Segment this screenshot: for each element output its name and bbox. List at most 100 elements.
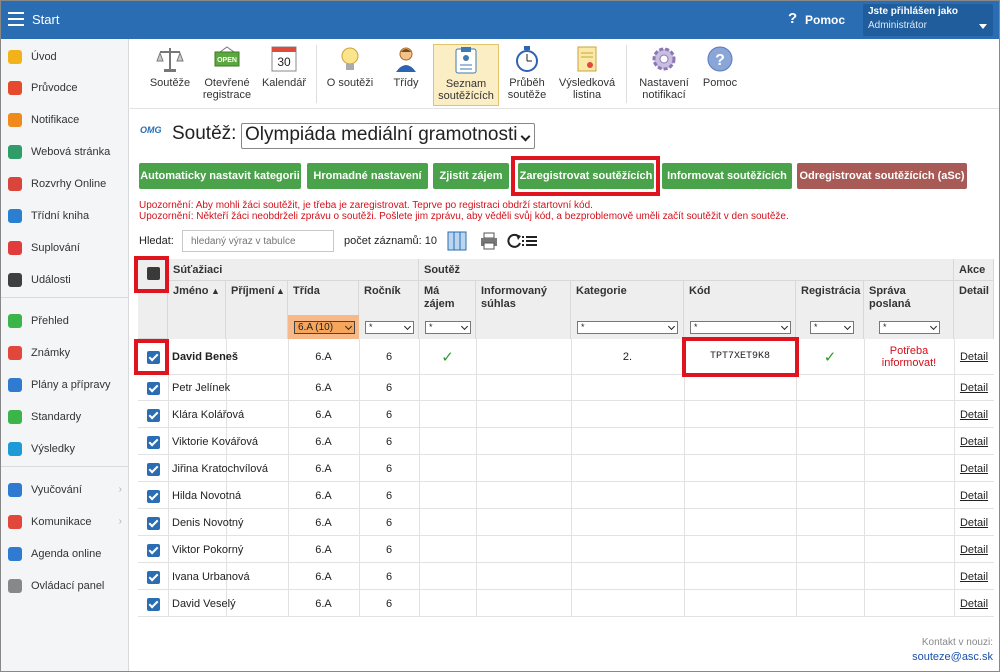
row-checkbox[interactable] [147, 409, 160, 422]
columns-icon[interactable] [447, 231, 467, 251]
toolbar-label: Otevřené [204, 77, 250, 89]
scales-icon [156, 48, 184, 72]
help-link[interactable]: Pomoc [805, 13, 845, 27]
sidebar-item-label: Webová stránka [31, 146, 111, 158]
sidebar-item[interactable]: Třídní kniha [1, 203, 128, 229]
interest-filter[interactable]: * [425, 321, 471, 334]
toolbar-progress[interactable]: Průběh soutěže [502, 44, 552, 106]
sidebar-item[interactable]: Ovládací panel [1, 573, 128, 599]
toolbar-about[interactable]: O soutěži [322, 44, 378, 106]
toolbar-contestants[interactable]: Seznam soutěžících [433, 44, 499, 106]
year-filter[interactable]: * [365, 321, 414, 334]
student-name: Hilda Novotná [172, 490, 242, 502]
sidebar-item[interactable]: Suplování [1, 235, 128, 261]
sidebar-item[interactable]: Plány a přípravy [1, 372, 128, 398]
bulk-setting-button[interactable]: Hromadné nastavení [307, 163, 428, 189]
toolbar-notification-settings[interactable]: Nastavení notifikací [632, 44, 696, 106]
detail-link[interactable]: Detail [954, 436, 994, 448]
chevron-right-icon: › [118, 484, 122, 495]
print-icon[interactable] [479, 231, 499, 251]
column-divider [684, 455, 685, 482]
toolbar-open-registrations[interactable]: OPEN Otevřené registrace [198, 44, 256, 106]
student-class: 6.A [315, 382, 332, 394]
column-divider [796, 563, 797, 590]
sidebar-item-label: Průvodce [31, 82, 78, 94]
user-menu[interactable]: Jste přihlášen jako Administrátor [863, 4, 993, 36]
detail-link[interactable]: Detail [954, 544, 994, 556]
sidebar-item[interactable]: Přehled [1, 308, 128, 334]
filter-value: * [429, 322, 433, 332]
check-circle-icon [8, 314, 22, 328]
toolbar-souteze[interactable]: Soutěže [142, 44, 198, 106]
toolbar-help[interactable]: ? Pomoc [698, 44, 742, 106]
class-filter[interactable]: 6.A (10) [294, 321, 355, 334]
toolbar-classes[interactable]: Třídy [382, 44, 430, 106]
start-link[interactable]: Start [32, 12, 59, 27]
sidebar-item[interactable]: Agenda online [1, 541, 128, 567]
detail-link[interactable]: Detail [954, 351, 994, 363]
sidebar-item[interactable]: Rozvrhy Online [1, 171, 128, 197]
detail-link[interactable]: Detail [954, 382, 994, 394]
chevron-down-icon [929, 322, 938, 331]
toolbar-calendar[interactable]: 30 Kalendář [258, 44, 310, 106]
help-icon[interactable]: ? [788, 10, 797, 27]
auto-category-button[interactable]: Automaticky nastavit kategorii [139, 163, 301, 189]
inform-button[interactable]: Informovat soutěžících [662, 163, 792, 189]
contact-email[interactable]: souteze@asc.sk [912, 651, 993, 663]
column-divider [864, 590, 865, 617]
menu-icon[interactable] [8, 12, 24, 26]
student-year: 6 [385, 351, 393, 363]
row-checkbox[interactable] [147, 517, 160, 530]
row-checkbox[interactable] [147, 544, 160, 557]
detail-link[interactable]: Detail [954, 463, 994, 475]
sidebar-item[interactable]: Notifikace [1, 107, 128, 133]
column-divider [571, 509, 572, 536]
column-divider [419, 428, 420, 455]
sidebar-divider [1, 297, 128, 298]
detail-link[interactable]: Detail [954, 409, 994, 421]
category-filter[interactable]: * [577, 321, 678, 334]
row-checkbox[interactable] [147, 382, 160, 395]
sidebar-item-label: Přehled [31, 315, 69, 327]
search-input[interactable] [182, 230, 334, 252]
detail-link[interactable]: Detail [954, 490, 994, 502]
sidebar-item[interactable]: Průvodce [1, 75, 128, 101]
row-checkbox[interactable] [147, 436, 160, 449]
competition-logo: OMG [140, 125, 162, 135]
row-checkbox[interactable] [147, 463, 160, 476]
contact-label: Kontakt v nouzi: [921, 637, 993, 648]
competition-select[interactable]: Olympiáda mediální gramotnosti [241, 123, 535, 149]
list-icon[interactable] [520, 231, 540, 251]
briefcase-icon [8, 378, 22, 392]
col-first-name[interactable]: Jméno ▲ [168, 281, 226, 339]
detail-link[interactable]: Detail [954, 598, 994, 610]
col-consent[interactable]: Informovaný súhlas [476, 281, 571, 339]
row-checkbox[interactable] [147, 571, 160, 584]
sidebar-item[interactable]: Vyučování › [1, 477, 128, 503]
unregister-button[interactable]: Odregistrovat soutěžících (aSc) [797, 163, 967, 189]
table-row: Viktorie Kovářová 6.A 6 Detail [138, 428, 994, 455]
code-filter[interactable]: * [690, 321, 791, 334]
detail-link[interactable]: Detail [954, 517, 994, 529]
message-filter[interactable]: * [879, 321, 940, 334]
registration-filter[interactable]: * [810, 321, 854, 334]
column-divider [796, 375, 797, 401]
sidebar-item[interactable]: Webová stránka [1, 139, 128, 165]
sidebar-item[interactable]: Standardy [1, 404, 128, 430]
row-checkbox[interactable] [147, 490, 160, 503]
sidebar-item[interactable]: Známky [1, 340, 128, 366]
student-class: 6.A [315, 598, 332, 610]
calendar-day: 30 [277, 55, 291, 69]
detail-link[interactable]: Detail [954, 571, 994, 583]
check-interest-button[interactable]: Zjistit zájem [433, 163, 509, 189]
toolbar-results[interactable]: Výsledková listina [554, 44, 620, 106]
sidebar-item[interactable]: Úvod [1, 44, 128, 70]
table-row: Petr Jelínek 6.A 6 Detail [138, 375, 994, 401]
sidebar-item[interactable]: Komunikace › [1, 509, 128, 535]
sidebar-item[interactable]: Události [1, 267, 128, 293]
col-last-name[interactable]: Příjmení ▲ [226, 281, 288, 339]
stopwatch-icon [516, 46, 538, 72]
row-checkbox[interactable] [147, 598, 160, 611]
column-divider [864, 401, 865, 428]
sidebar-item[interactable]: Výsledky [1, 436, 128, 462]
